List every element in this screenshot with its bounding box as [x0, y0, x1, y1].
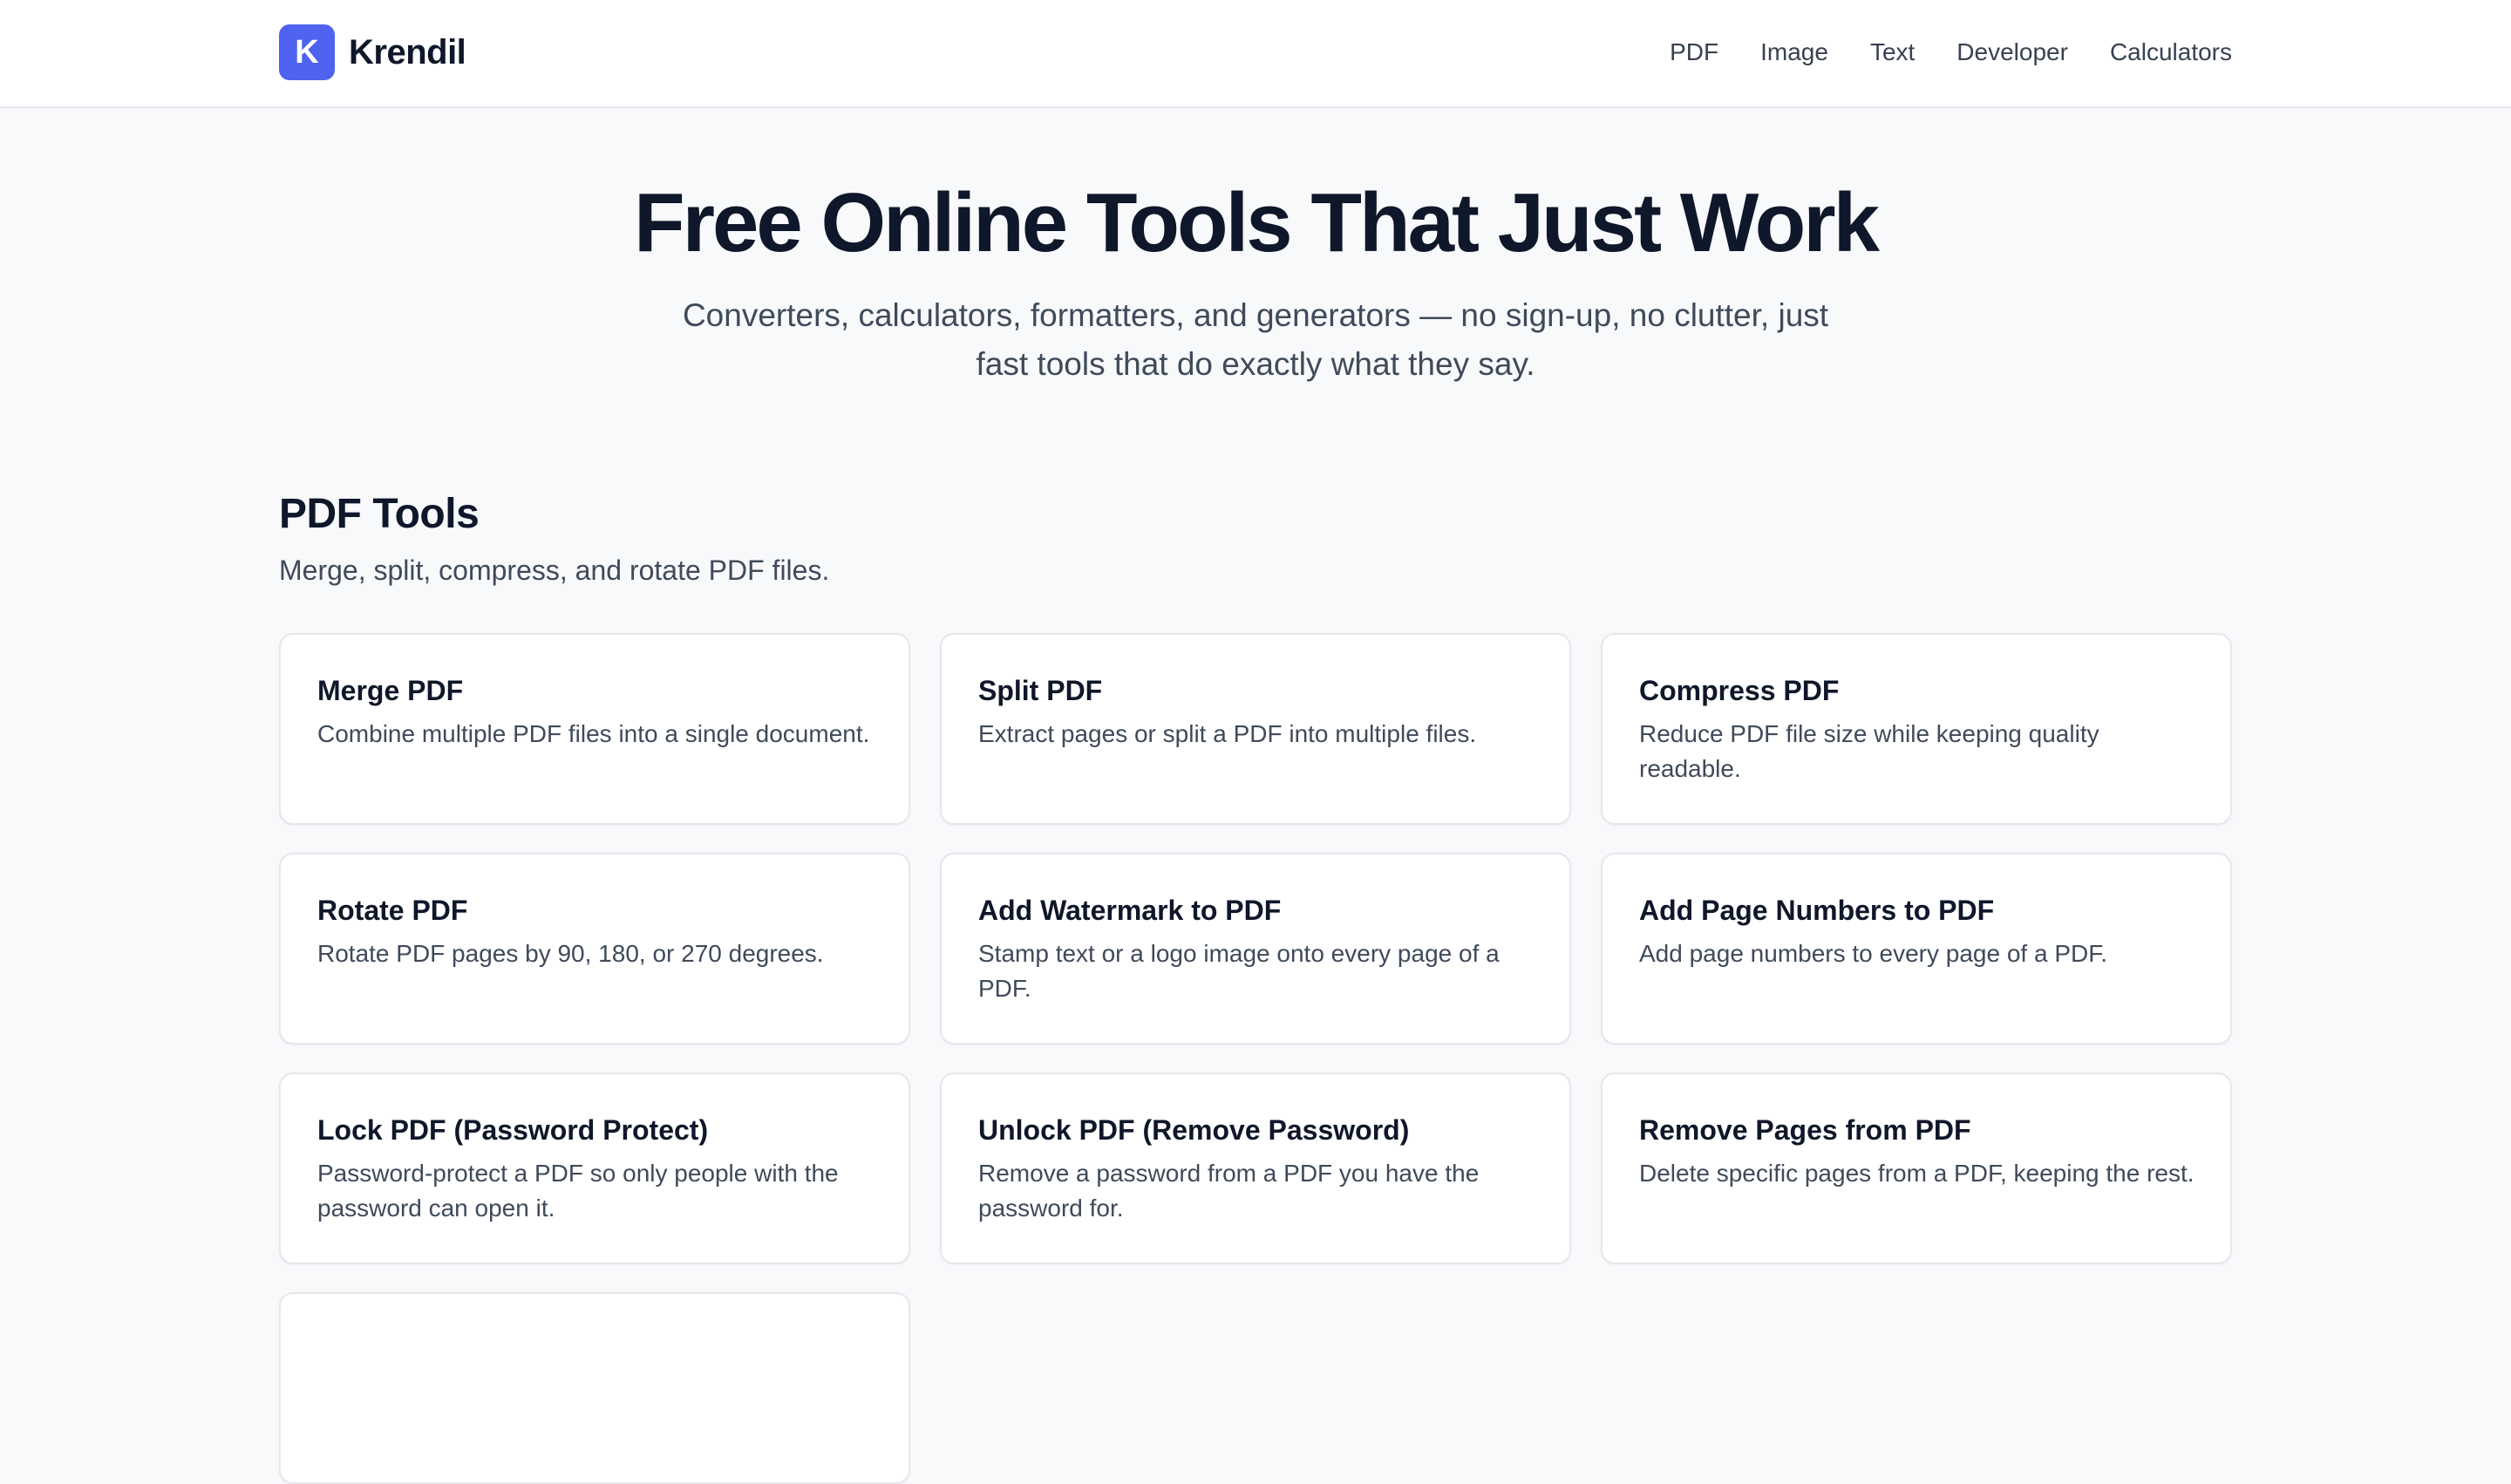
nav-link-pdf[interactable]: PDF: [1670, 38, 1718, 66]
tool-card-grid: Merge PDF Combine multiple PDF files int…: [279, 633, 2232, 1484]
tool-card-title: Unlock PDF (Remove Password): [978, 1114, 1410, 1146]
tool-card-unlock-pdf[interactable]: Unlock PDF (Remove Password) Remove a pa…: [940, 1072, 1571, 1264]
tool-card-description: Delete specific pages from a PDF, keepin…: [1639, 1160, 2195, 1187]
tool-card-partial[interactable]: [279, 1292, 910, 1484]
tool-card-split-pdf[interactable]: Split PDF Extract pages or split a PDF i…: [940, 633, 1571, 825]
nav-link-image[interactable]: Image: [1760, 38, 1828, 66]
tool-card-title: Remove Pages from PDF: [1639, 1114, 1971, 1146]
brand-name: Krendil: [349, 32, 466, 71]
tool-card-description: Password-protect a PDF so only people wi…: [317, 1160, 839, 1222]
tool-card-title: Lock PDF (Password Protect): [317, 1114, 709, 1146]
nav-link-developer[interactable]: Developer: [1956, 38, 2068, 66]
tool-card-description: Combine multiple PDF files into a single…: [317, 720, 870, 747]
tool-card-title: Compress PDF: [1639, 675, 1840, 706]
hero-title: Free Online Tools That Just Work: [634, 176, 1880, 269]
logo-icon: K: [279, 24, 335, 80]
tool-card-title: Merge PDF: [317, 675, 464, 706]
nav-link-text[interactable]: Text: [1870, 38, 1915, 66]
tool-card-title: Add Watermark to PDF: [978, 895, 1282, 926]
tool-card-merge-pdf[interactable]: Merge PDF Combine multiple PDF files int…: [279, 633, 910, 825]
tool-card-description: Add page numbers to every page of a PDF.: [1639, 940, 2107, 967]
nav-link-calculators[interactable]: Calculators: [2110, 38, 2232, 66]
tool-card-title: Add Page Numbers to PDF: [1639, 895, 1995, 926]
main-nav: PDF Image Text Developer Calculators: [1670, 0, 2232, 105]
tool-card-description: Stamp text or a logo image onto every pa…: [978, 940, 1500, 1002]
site-header: K Krendil PDF Image Text Developer Calcu…: [0, 0, 2511, 108]
tool-card-title: Split PDF: [978, 675, 1103, 706]
tool-card-description: Remove a password from a PDF you have th…: [978, 1160, 1480, 1222]
tool-card-remove-pages[interactable]: Remove Pages from PDF Delete specific pa…: [1601, 1072, 2232, 1264]
tool-card-description: Reduce PDF file size while keeping quali…: [1639, 720, 2099, 782]
section-description: Merge, split, compress, and rotate PDF f…: [279, 555, 830, 586]
tool-card-add-watermark[interactable]: Add Watermark to PDF Stamp text or a log…: [940, 853, 1571, 1045]
tool-card-description: Extract pages or split a PDF into multip…: [978, 720, 1477, 747]
brand-home-link[interactable]: K Krendil: [279, 24, 466, 80]
tool-card-add-page-numbers[interactable]: Add Page Numbers to PDF Add page numbers…: [1601, 853, 2232, 1045]
tool-card-compress-pdf[interactable]: Compress PDF Reduce PDF file size while …: [1601, 633, 2232, 825]
tool-card-description: Rotate PDF pages by 90, 180, or 270 degr…: [317, 940, 824, 967]
tool-card-rotate-pdf[interactable]: Rotate PDF Rotate PDF pages by 90, 180, …: [279, 853, 910, 1045]
hero-subtitle: Converters, calculators, formatters, and…: [682, 297, 1829, 382]
tool-card-title: Rotate PDF: [317, 895, 468, 926]
tool-card-lock-pdf[interactable]: Lock PDF (Password Protect) Password-pro…: [279, 1072, 910, 1264]
section-title: PDF Tools: [279, 491, 480, 537]
